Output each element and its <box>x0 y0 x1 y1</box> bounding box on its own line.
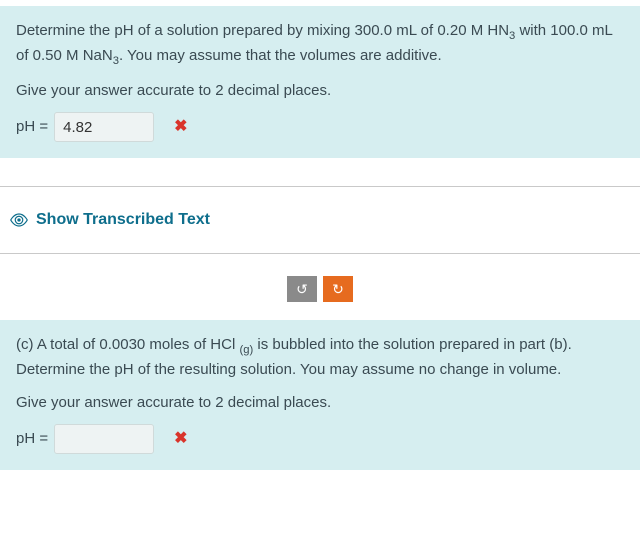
question2-text-line1: (c) A total of 0.0030 moles of HCl (g) i… <box>16 334 624 381</box>
refresh-bar: ↺ ↻ <box>0 254 640 320</box>
incorrect-icon-2: ✖ <box>174 427 187 451</box>
show-transcribed-row[interactable]: Show Transcribed Text <box>0 187 640 253</box>
ph-input-2[interactable] <box>54 424 154 454</box>
question-box-1: Determine the pH of a solution prepared … <box>0 6 640 158</box>
redo-icon: ↻ <box>332 281 344 298</box>
question1-instruction: Give your answer accurate to 2 decimal p… <box>16 80 624 103</box>
ph-label-2: pH = <box>16 428 48 451</box>
question2-instruction: Give your answer accurate to 2 decimal p… <box>16 392 624 415</box>
show-transcribed-link[interactable]: Show Transcribed Text <box>36 211 210 229</box>
redo-button[interactable]: ↻ <box>323 276 353 302</box>
answer-row-2: pH = ✖ <box>16 424 624 454</box>
undo-button[interactable]: ↺ <box>287 276 317 302</box>
ph-input-1[interactable] <box>54 112 154 142</box>
q2-sub: (g) <box>239 344 253 356</box>
undo-icon: ↺ <box>296 281 308 298</box>
ph-label-1: pH = <box>16 116 48 139</box>
q1-text-pre: Determine the pH of a solution prepared … <box>16 22 509 39</box>
eye-icon <box>10 213 28 227</box>
incorrect-icon-1: ✖ <box>174 115 187 139</box>
question1-text-line1: Determine the pH of a solution prepared … <box>16 20 624 70</box>
q2-text-pre: (c) A total of 0.0030 moles of HCl <box>16 336 239 353</box>
question-box-2: (c) A total of 0.0030 moles of HCl (g) i… <box>0 320 640 470</box>
q1-text-post: . You may assume that the volumes are ad… <box>119 47 442 64</box>
answer-row-1: pH = ✖ <box>16 112 624 142</box>
